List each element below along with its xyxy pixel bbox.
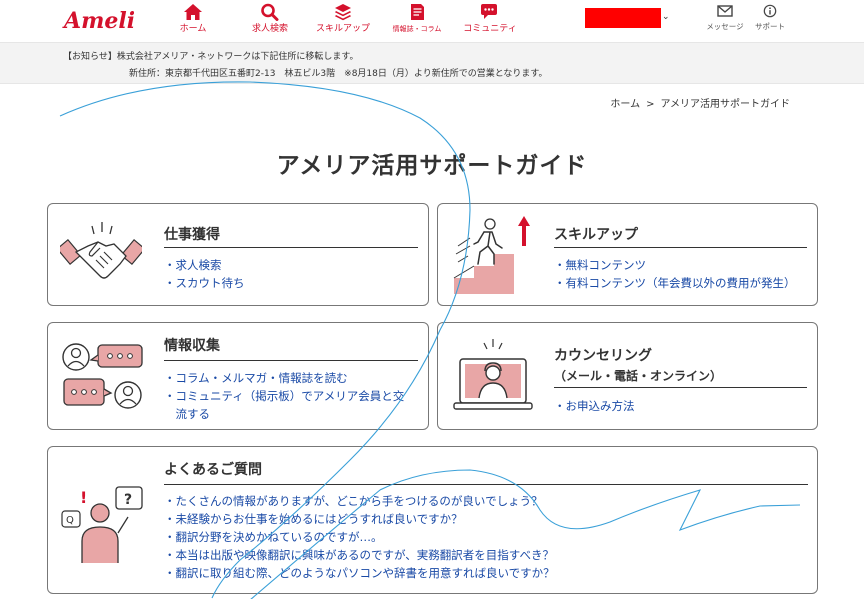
home-icon [184,4,202,20]
card-counseling-heading: カウンセリング [554,348,652,364]
util-messages[interactable]: メッセージ [702,4,748,32]
faq-item[interactable]: ・翻訳分野を決めかねているのですが…。 [164,528,555,546]
card-job-rule [164,247,418,248]
layers-icon [335,4,351,21]
faq-list: ・たくさんの情報がありますが、どこから手をつけるのが良いでしょう？ ・未経験から… [164,492,555,582]
svg-text:Q: Q [66,515,74,526]
svg-text:?: ? [124,492,132,508]
document-icon [411,4,424,20]
user-menu-redacted[interactable] [585,8,661,28]
link-paid-content[interactable]: ・有料コンテンツ（年会費以外の費用が発生） [554,274,796,292]
card-skillup[interactable]: スキルアップ ・無料コンテンツ ・有料コンテンツ（年会費以外の費用が発生） [437,203,818,306]
breadcrumb-home-link[interactable]: ホーム [610,99,640,110]
breadcrumb-separator: > [646,99,655,110]
card-counseling-links: ・お申込み方法 [554,397,635,415]
faq-item[interactable]: ・未経験からお仕事を始めるにはどうすれば良いですか？ [164,510,555,528]
nav-home[interactable]: ホーム [173,0,213,42]
nav-skillup[interactable]: スキルアップ [313,0,373,42]
faq-item[interactable]: ・たくさんの情報がありますが、どこから手をつけるのが良いでしょう？ [164,492,555,510]
chat-icon [481,4,497,19]
envelope-icon [717,5,733,17]
util-support-label: サポート [755,22,785,31]
card-counseling[interactable]: カウンセリング （メール・電話・オンライン） ・お申込み方法 [437,322,818,430]
link-counseling-apply[interactable]: ・お申込み方法 [554,397,635,415]
card-skillup-rule [554,247,807,248]
card-job-heading: 仕事獲得 [164,227,220,243]
util-messages-label: メッセージ [706,22,744,31]
link-community-board-cont-text[interactable]: 流する [164,407,210,421]
card-info-links: ・コラム・メルマガ・情報誌を読む ・コミュニティ（掲示板）でアメリア会員と交 流… [164,369,404,423]
link-free-content-text[interactable]: ・無料コンテンツ [554,258,646,272]
nav-job-search-label: 求人検索 [251,24,288,34]
conversation-icon [62,343,143,409]
breadcrumb-current: アメリア活用サポートガイド [660,99,791,110]
faq-item-text[interactable]: ・たくさんの情報がありますが、どこから手をつけるのが良いでしょう？ [164,494,543,508]
nav-magazine-column-label: 情報誌・コラム [392,25,442,33]
card-info-heading: 情報収集 [164,338,220,354]
link-counseling-apply-text[interactable]: ・お申込み方法 [554,399,635,413]
card-info[interactable]: 情報収集 ・コラム・メルマガ・情報誌を読む ・コミュニティ（掲示板）でアメリア会… [47,322,429,430]
breadcrumb: ホーム > アメリア活用サポートガイド [610,95,790,110]
info-icon [763,4,777,18]
card-info-rule [164,360,418,361]
chevron-down-icon[interactable]: ⌄ [662,12,670,22]
faq-item[interactable]: ・翻訳に取り組む際、どのようなパソコンや辞書を用意すれば良いですか？ [164,564,555,582]
search-icon [261,3,279,21]
notice-line-1: 【お知らせ】株式会社アメリア・ネットワークは下記住所に移転します。 [63,52,359,62]
handshake-icon [60,222,142,279]
link-job-search-text[interactable]: ・求人検索 [164,258,222,272]
card-counseling-rule [554,387,807,388]
link-read-columns[interactable]: ・コラム・メルマガ・情報誌を読む [164,369,404,387]
faq-item-text[interactable]: ・翻訳に取り組む際、どのようなパソコンや辞書を用意すれば良いですか？ [164,566,555,580]
card-faq-rule [164,484,808,485]
card-job-links: ・求人検索 ・スカウト待ち [164,256,245,292]
card-counseling-subheading: （メール・電話・オンライン） [554,369,723,383]
card-faq: ! ? Q よくあるご質問 ・たくさんの情報がありますが、どこから手をつけるのが… [47,446,818,594]
link-paid-content-text[interactable]: ・有料コンテンツ（年会費以外の費用が発生） [554,276,796,290]
util-support[interactable]: サポート [750,4,790,32]
nav-magazine-column[interactable]: 情報誌・コラム [389,0,445,42]
online-counseling-icon [453,339,533,410]
card-skillup-heading: スキルアップ [554,227,638,243]
faq-item-text[interactable]: ・翻訳分野を決めかねているのですが…。 [164,530,383,544]
question-person-icon: ! ? Q [61,486,143,563]
faq-item-text[interactable]: ・本当は出版や映像翻訳に興味があるのですが、実務翻訳者を目指すべき？ [164,548,554,562]
nav-community[interactable]: コミュニティ [460,0,520,42]
link-scout-wait[interactable]: ・スカウト待ち [164,274,245,292]
card-job[interactable]: 仕事獲得 ・求人検索 ・スカウト待ち [47,203,429,306]
link-free-content[interactable]: ・無料コンテンツ [554,256,796,274]
link-community-board[interactable]: ・コミュニティ（掲示板）でアメリア会員と交 [164,387,404,405]
link-scout-wait-text[interactable]: ・スカウト待ち [164,276,245,290]
amelia-logo[interactable]: Amelia [62,2,149,40]
nav-job-search[interactable]: 求人検索 [245,0,295,42]
svg-text:!: ! [80,488,87,507]
link-job-search[interactable]: ・求人検索 [164,256,245,274]
faq-item-text[interactable]: ・未経験からお仕事を始めるにはどうすれば良いですか？ [164,512,463,526]
card-skillup-links: ・無料コンテンツ ・有料コンテンツ（年会費以外の費用が発生） [554,256,796,292]
nav-home-label: ホーム [179,24,207,34]
notice-bar: 【お知らせ】株式会社アメリア・ネットワークは下記住所に移転します。 新住所：東京… [0,42,864,84]
notice-line-2: 新住所：東京都千代田区五番町2-13 林五ビル3階 ※8月18日（月）より新住所… [129,69,548,79]
faq-item[interactable]: ・本当は出版や映像翻訳に興味があるのですが、実務翻訳者を目指すべき？ [164,546,555,564]
nav-community-label: コミュニティ [463,24,517,34]
logo-text: Amelia [62,8,134,34]
stairs-climb-icon [453,216,530,294]
link-community-board-cont[interactable]: 流する [164,405,404,423]
page-title: アメリア活用サポートガイド [276,153,588,179]
link-community-board-text[interactable]: ・コミュニティ（掲示板）でアメリア会員と交 [164,389,404,403]
link-read-columns-text[interactable]: ・コラム・メルマガ・情報誌を読む [164,371,348,385]
card-faq-heading: よくあるご質問 [164,462,262,478]
nav-skillup-label: スキルアップ [315,24,370,34]
site-header: Amelia ホーム 求人検索 スキルアップ 情報誌・コラム [0,0,864,42]
